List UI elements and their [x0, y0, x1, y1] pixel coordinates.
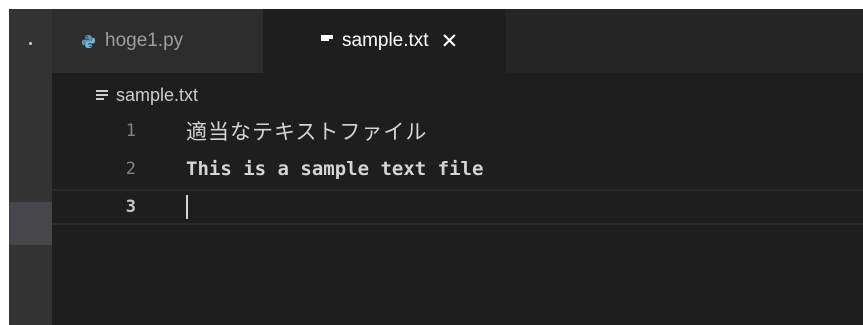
- tab-hoge1-py[interactable]: hoge1.py: [52, 9, 263, 73]
- close-icon[interactable]: ✕: [441, 31, 459, 52]
- text-file-icon: [96, 89, 108, 101]
- editor-line[interactable]: 2 This is a sample text file: [52, 151, 863, 187]
- activity-bar-dot: [29, 42, 32, 45]
- editor-line[interactable]: 1 適当なテキストファイル: [52, 113, 863, 149]
- activity-bar: [9, 9, 52, 325]
- text-cursor: [186, 195, 188, 219]
- tab-label: hoge1.py: [105, 30, 184, 51]
- text-file-icon: [321, 35, 333, 47]
- breadcrumb[interactable]: sample.txt: [96, 81, 198, 109]
- line-number: 3: [125, 197, 136, 217]
- editor-line-current[interactable]: 3: [52, 189, 863, 225]
- python-icon: [81, 34, 96, 49]
- editor-window: hoge1.py sample.txt ✕ sample.txt 1 適当なテキ…: [9, 9, 863, 325]
- tab-bar: hoge1.py sample.txt ✕: [52, 9, 863, 73]
- line-number: 1: [125, 121, 136, 141]
- tab-label: sample.txt: [342, 30, 429, 51]
- breadcrumb-label: sample.txt: [116, 84, 199, 105]
- editor-text-area[interactable]: 1 適当なテキストファイル 2 This is a sample text fi…: [52, 113, 863, 325]
- line-text[interactable]: This is a sample text file: [186, 158, 483, 180]
- tab-sample-txt[interactable]: sample.txt ✕: [263, 9, 506, 73]
- line-number: 2: [125, 159, 136, 179]
- line-text[interactable]: 適当なテキストファイル: [186, 116, 427, 146]
- activity-bar-active-item[interactable]: [9, 202, 52, 245]
